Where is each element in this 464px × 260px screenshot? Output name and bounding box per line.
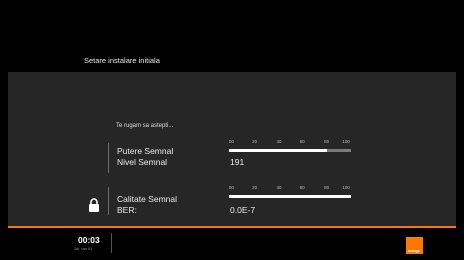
- brand-logo-text: orange: [408, 249, 420, 253]
- signal-strength-label: Putere Semnal: [117, 146, 174, 156]
- signal-quality-label: Calitate Semnal: [117, 194, 178, 204]
- page-title: Setare instalare initiala: [84, 56, 160, 65]
- signal-quality-bar: [229, 195, 351, 198]
- scale-tick: 80: [324, 139, 330, 144]
- scale-tick: 60: [299, 139, 305, 144]
- header-bar: [8, 8, 456, 73]
- footer-bar: [8, 228, 456, 256]
- scale-tick: 00: [228, 185, 234, 190]
- scale-tick: 60: [299, 185, 305, 190]
- signal-quality-fill: [229, 195, 351, 198]
- signal-level-value: 191: [230, 157, 245, 167]
- scale-tick: 80: [324, 185, 330, 190]
- lock-icon: [88, 198, 100, 212]
- ber-label: BER:: [117, 205, 137, 215]
- signal-quality-scale: 00 20 40 60 80 100: [229, 185, 351, 193]
- signal-strength-scale: 00 20 40 60 80 100: [229, 139, 351, 147]
- screen: Setare instalare initiala Te rugam sa as…: [0, 0, 464, 260]
- signal-strength-bar: [229, 149, 351, 152]
- scale-tick: 100: [342, 185, 350, 190]
- footer-divider: [111, 233, 112, 253]
- scale-tick: 100: [342, 139, 350, 144]
- divider-line-top: [108, 143, 109, 173]
- scale-tick: 40: [276, 139, 282, 144]
- clock-date: Joi, Ian 01: [74, 246, 93, 251]
- ber-value: 0.0E-7: [230, 205, 256, 215]
- divider-line-bottom: [108, 187, 109, 215]
- signal-level-label: Nivel Semnal: [117, 157, 168, 167]
- scale-tick: 00: [228, 139, 234, 144]
- clock-time: 00:03: [78, 235, 100, 245]
- signal-strength-fill: [229, 149, 327, 152]
- brand-logo: orange: [406, 237, 423, 254]
- wait-message: Te rugam sa astepti...: [116, 123, 174, 129]
- scale-tick: 20: [252, 139, 258, 144]
- scale-tick: 20: [252, 185, 258, 190]
- scale-tick: 40: [276, 185, 282, 190]
